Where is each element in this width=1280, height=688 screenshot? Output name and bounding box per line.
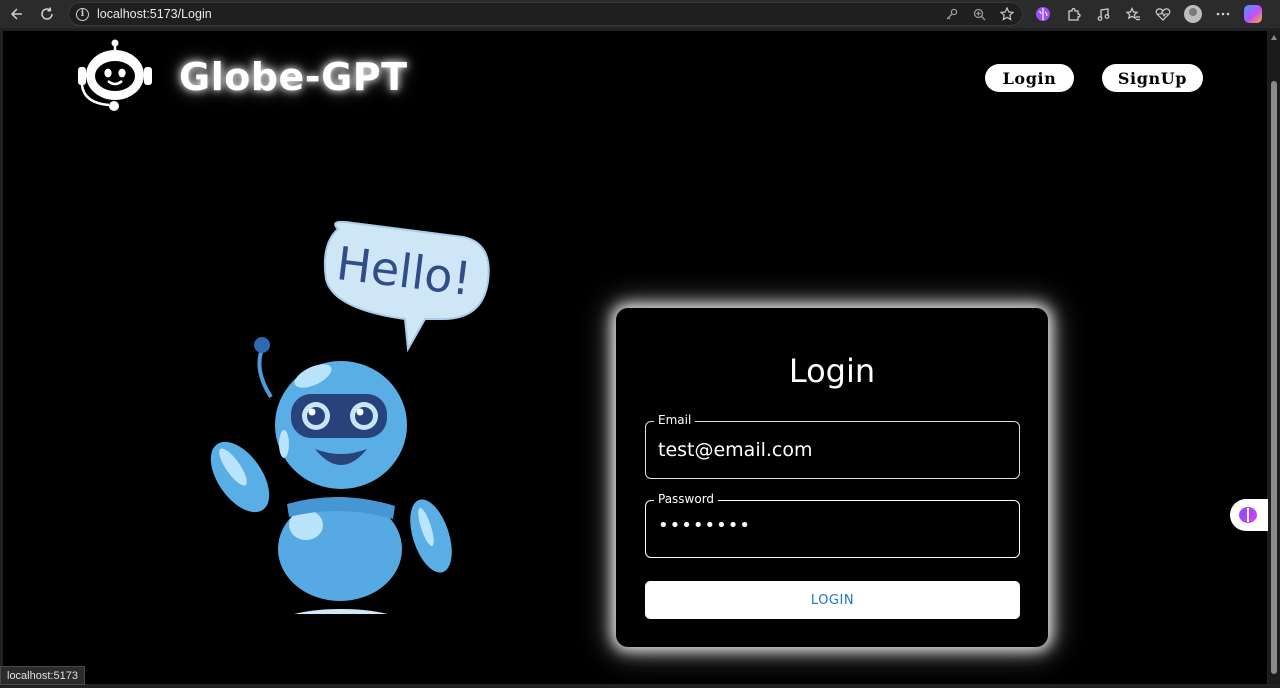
email-field[interactable]: Email test@email.com: [645, 413, 1020, 479]
brain-extension-icon[interactable]: [1032, 3, 1054, 25]
robot-headset-logo-icon[interactable]: [75, 39, 155, 115]
link-status-bar: localhost:5173: [0, 666, 85, 685]
url-text[interactable]: localhost:5173/Login: [97, 7, 212, 21]
favorites-icon[interactable]: [1122, 3, 1144, 25]
info-icon[interactable]: i: [76, 7, 89, 21]
reload-icon[interactable]: [36, 3, 58, 25]
zoom-icon[interactable]: [970, 5, 988, 23]
address-bar[interactable]: i localhost:5173/Login: [68, 2, 1023, 26]
profile-avatar-icon[interactable]: [1182, 3, 1204, 25]
page-viewport: Globe-GPT Login SignUp Hello! Login Emai…: [3, 31, 1267, 684]
media-icon[interactable]: [1092, 3, 1114, 25]
copilot-icon[interactable]: [1242, 3, 1264, 25]
robot-hello-illustration: Hello!: [210, 220, 490, 614]
puzzle-icon[interactable]: [1062, 3, 1084, 25]
page-scrollbar[interactable]: [1268, 31, 1280, 684]
key-icon[interactable]: [942, 5, 960, 23]
login-card: Login Email test@email.com Password ••••…: [616, 308, 1048, 647]
login-submit-button[interactable]: LOGIN: [645, 581, 1020, 619]
sidebar-brain-widget[interactable]: [1230, 499, 1268, 531]
nav-login-button[interactable]: Login: [985, 64, 1074, 92]
brand-title: Globe-GPT: [179, 55, 408, 99]
health-icon[interactable]: [1152, 3, 1174, 25]
scroll-thumb[interactable]: [1271, 81, 1277, 674]
email-input[interactable]: test@email.com: [658, 439, 813, 461]
login-title: Login: [788, 352, 876, 390]
password-label: Password: [654, 492, 719, 506]
browser-toolbar: i localhost:5173/Login: [0, 0, 1280, 28]
back-arrow-icon[interactable]: [5, 3, 27, 25]
password-field[interactable]: Password ••••••••: [645, 492, 1020, 558]
scroll-up-arrow-icon[interactable]: [1271, 35, 1277, 40]
nav-signup-button[interactable]: SignUp: [1102, 64, 1203, 92]
star-icon[interactable]: [998, 5, 1016, 23]
email-label: Email: [654, 413, 696, 427]
more-menu-icon[interactable]: [1212, 3, 1234, 25]
password-input[interactable]: ••••••••: [658, 515, 751, 536]
brain-icon: [1239, 507, 1257, 523]
